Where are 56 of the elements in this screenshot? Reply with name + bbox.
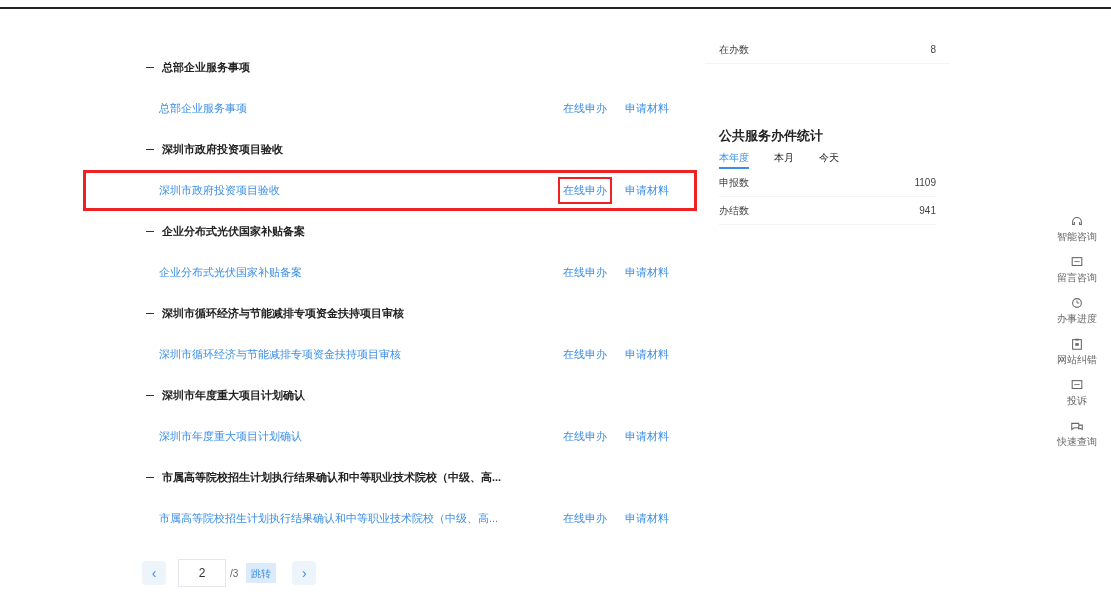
- stat-value: 1109: [914, 175, 936, 190]
- dash-icon: [146, 395, 154, 396]
- side-tool-button[interactable]: 快速查询: [1057, 419, 1097, 449]
- stat-value: 941: [919, 203, 936, 218]
- group-title: 总部企业服务事项: [162, 60, 250, 76]
- action-link[interactable]: 申请材料: [620, 95, 674, 122]
- clock-icon: [1070, 296, 1084, 310]
- stat-value: 8: [930, 42, 936, 57]
- group-title: 市属高等院校招生计划执行结果确认和中等职业技术院校（中级、高...: [162, 470, 502, 486]
- item-link[interactable]: 市属高等院校招生计划执行结果确认和中等职业技术院校（中级、高...: [159, 510, 499, 527]
- action-link[interactable]: 申请材料: [620, 505, 674, 532]
- stat-label: 申报数: [719, 175, 749, 190]
- page-total: /3: [230, 566, 239, 581]
- stats-tab[interactable]: 今天: [819, 149, 839, 169]
- item-link[interactable]: 深圳市循环经济与节能减排专项资金扶持项目审核: [159, 346, 401, 363]
- clipboard-icon: [1070, 337, 1084, 351]
- action-link[interactable]: 申请材料: [620, 259, 674, 286]
- action-link[interactable]: 申请材料: [620, 177, 674, 204]
- group-title: 企业分布式光伏国家补贴备案: [162, 224, 305, 240]
- group-title: 深圳市政府投资项目验收: [162, 142, 283, 158]
- group-title: 深圳市年度重大项目计划确认: [162, 388, 305, 404]
- stats-tab[interactable]: 本年度: [719, 149, 749, 169]
- message-icon: [1070, 255, 1084, 269]
- action-link[interactable]: 申请材料: [620, 341, 674, 368]
- action-link[interactable]: 在线申办: [558, 95, 612, 122]
- previous-button[interactable]: ‹: [142, 561, 166, 585]
- side-tool-button[interactable]: 投诉: [1067, 378, 1087, 408]
- item-link[interactable]: 深圳市政府投资项目验收: [159, 182, 280, 199]
- side-tool-button[interactable]: 办事进度: [1057, 296, 1097, 326]
- action-link[interactable]: 在线申办: [558, 259, 612, 286]
- next-button[interactable]: ›: [292, 561, 317, 585]
- section-title: 公共服务办件统计: [719, 127, 824, 145]
- dash-icon: [146, 313, 154, 314]
- side-tool-button[interactable]: 智能咨询: [1057, 214, 1097, 244]
- group-title: 深圳市循环经济与节能减排专项资金扶持项目审核: [162, 306, 404, 322]
- stat-label: 在办数: [719, 42, 749, 57]
- side-tool-button[interactable]: 留言咨询: [1057, 255, 1097, 285]
- action-link[interactable]: 在线申办: [558, 505, 612, 532]
- dash-icon: [146, 149, 154, 150]
- stats-tab[interactable]: 本月: [774, 149, 794, 169]
- jump-button[interactable]: 跳转: [246, 563, 277, 583]
- dash-icon: [146, 477, 154, 478]
- action-link[interactable]: 在线申办: [558, 341, 612, 368]
- action-link[interactable]: 在线申办: [558, 177, 612, 204]
- item-link[interactable]: 深圳市年度重大项目计划确认: [159, 428, 302, 445]
- item-link[interactable]: 企业分布式光伏国家补贴备案: [159, 264, 302, 281]
- headset-icon: [1070, 214, 1084, 228]
- action-link[interactable]: 申请材料: [620, 423, 674, 450]
- action-link[interactable]: 在线申办: [558, 423, 612, 450]
- page-field[interactable]: 2: [178, 559, 226, 587]
- item-link[interactable]: 总部企业服务事项: [159, 100, 247, 117]
- side-tool-button[interactable]: 网站纠错: [1057, 337, 1097, 367]
- dash-icon: [146, 231, 154, 232]
- message-icon: [1070, 378, 1084, 392]
- dash-icon: [146, 67, 154, 68]
- stat-label: 办结数: [719, 203, 749, 218]
